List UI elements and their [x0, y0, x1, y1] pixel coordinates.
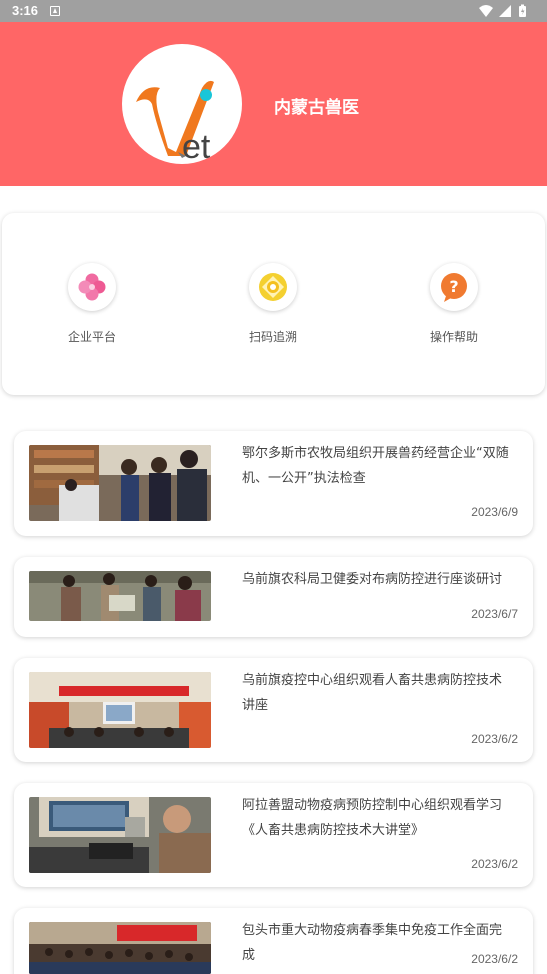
news-thumbnail [29, 571, 211, 621]
news-title: 乌前旗农科局卫健委对布病防控进行座谈研讨 [242, 572, 503, 587]
news-thumbnail [29, 672, 211, 748]
news-thumbnail [29, 797, 211, 873]
vet-logo: et [122, 44, 242, 164]
menu-scan-trace[interactable]: 扫码追溯 [218, 263, 328, 353]
quick-menu-card: 企业平台 扫码追溯 ? 操作帮助 [2, 213, 545, 395]
news-title: 乌前旗疫控中心组织观看人畜共患病防控技术讲座 [242, 673, 503, 713]
help-icon: ? [430, 263, 478, 311]
wifi-icon [479, 5, 493, 17]
status-time: 3:16 [12, 3, 39, 18]
vet-logo-graphic: et [136, 80, 214, 164]
status-bar: 3:16 [0, 0, 547, 22]
status-icons [479, 4, 526, 17]
news-thumbnail [29, 922, 211, 974]
news-date: 2023/6/2 [471, 732, 518, 746]
svg-text:?: ? [449, 277, 458, 296]
news-date: 2023/6/7 [471, 607, 518, 621]
news-item[interactable]: 包头市重大动物疫病春季集中免疫工作全面完成 2023/6/2 [14, 908, 533, 974]
news-item[interactable]: 阿拉善盟动物疫病预防控制中心组织观看学习《人畜共患病防控技术大讲堂》 2023/… [14, 783, 533, 887]
news-item[interactable]: 鄂尔多斯市农牧局组织开展兽药经营企业“双随机、一公开”执法检查 2023/6/9 [14, 431, 533, 536]
news-date: 2023/6/2 [471, 857, 518, 871]
news-item[interactable]: 乌前旗疫控中心组织观看人畜共患病防控技术讲座 2023/6/2 [14, 658, 533, 762]
news-item[interactable]: 乌前旗农科局卫健委对布病防控进行座谈研讨 2023/6/7 [14, 557, 533, 637]
battery-icon [519, 4, 526, 17]
news-date: 2023/6/9 [471, 505, 518, 519]
app-header: et 内蒙古兽医 [0, 22, 547, 186]
signal-icon [499, 5, 511, 17]
flower-icon [68, 263, 116, 311]
app-title: 内蒙古兽医 [274, 98, 359, 118]
menu-label: 企业平台 [67, 330, 116, 344]
news-thumbnail [29, 445, 211, 521]
menu-label: 操作帮助 [429, 330, 478, 344]
news-title: 鄂尔多斯市农牧局组织开展兽药经营企业“双随机、一公开”执法检查 [242, 446, 509, 486]
svg-text:et: et [182, 128, 211, 164]
notification-icon [50, 6, 60, 16]
news-date: 2023/6/2 [471, 952, 518, 966]
menu-help[interactable]: ? 操作帮助 [399, 263, 509, 353]
scan-icon [249, 263, 297, 311]
menu-enterprise-platform[interactable]: 企业平台 [37, 263, 147, 353]
menu-label: 扫码追溯 [248, 330, 297, 344]
news-title: 阿拉善盟动物疫病预防控制中心组织观看学习《人畜共患病防控技术大讲堂》 [242, 798, 503, 838]
